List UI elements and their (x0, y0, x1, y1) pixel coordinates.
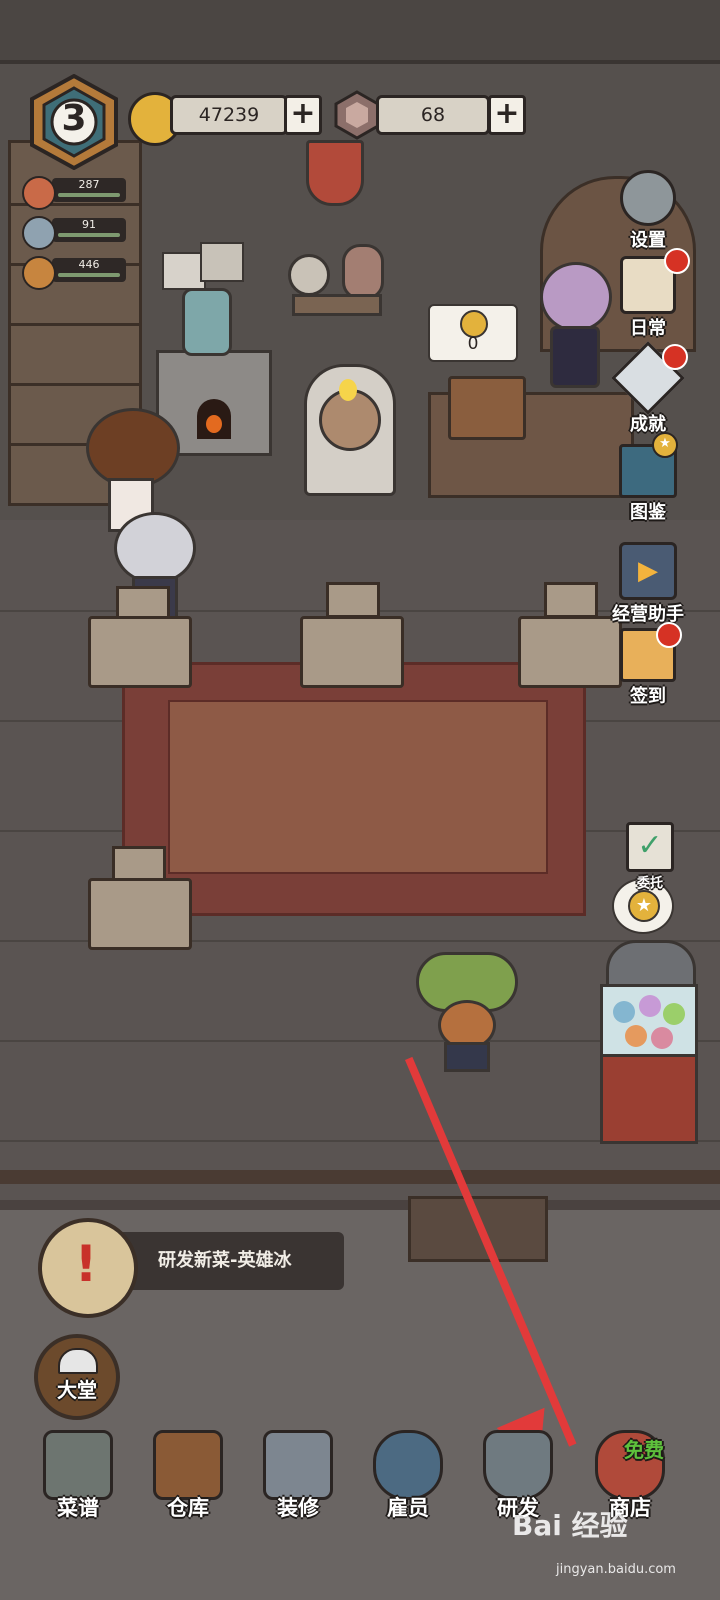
free-badge: 免费 (624, 1438, 664, 1462)
treasure-chest[interactable] (448, 376, 526, 440)
commission-label: 委托 (636, 876, 663, 891)
baidu-watermark-url: jingyan.baidu.com (556, 1562, 676, 1577)
wall-shelf (292, 294, 382, 316)
add-coins-button[interactable]: + (284, 95, 322, 135)
stat-bar-cutlery: 91 (52, 218, 126, 242)
purple-hair-chef[interactable] (528, 262, 618, 388)
hall-button[interactable]: 大堂 (34, 1334, 120, 1420)
rug-center (168, 700, 548, 874)
add-gems-button[interactable]: + (488, 95, 526, 135)
cutlery-icon (22, 216, 56, 250)
chair (544, 582, 598, 618)
stat-fill (58, 193, 120, 197)
stat-value: 446 (78, 258, 100, 271)
play-video-icon: ▶ (619, 542, 677, 600)
coin-amount: 47239 (198, 104, 260, 126)
railing (0, 1170, 720, 1184)
dining-table[interactable] (300, 616, 404, 688)
gear-icon (620, 170, 676, 226)
wall-top-beam (0, 0, 720, 64)
lightbulb-icon (339, 379, 357, 401)
nav-recipes-label: 菜谱 (57, 1496, 99, 1520)
nav-decorate-button[interactable]: 装修 (258, 1430, 338, 1520)
curly-hair-waitress[interactable] (82, 408, 180, 532)
checklist-icon: ✓ (626, 822, 674, 872)
baidu-watermark: Bai 经验 (512, 1509, 628, 1542)
coin-counter: 47239 (170, 95, 288, 135)
quest-scroll-button[interactable]: ! (38, 1218, 138, 1318)
nav-decorate-label: 装修 (277, 1496, 319, 1520)
stat-fill (58, 273, 120, 277)
broccoli-hair-customer[interactable] (416, 944, 518, 1072)
commission-button[interactable]: ✓ 委托 (614, 822, 686, 891)
stat-bar-food: 287 (52, 178, 126, 202)
broom-icon (22, 256, 56, 290)
exclamation-icon: ! (74, 1235, 98, 1293)
quest-text: 研发新菜-英雄冰 (158, 1250, 292, 1271)
stat-fill (58, 233, 120, 237)
chair (326, 582, 380, 618)
checkin-label: 签到 (630, 686, 666, 707)
cap-character-icon (373, 1430, 443, 1500)
food-icon (22, 176, 56, 210)
counter-coin-value: 0 (467, 334, 479, 354)
cloche-icon (58, 1348, 98, 1374)
nav-warehouse-button[interactable]: 仓库 (148, 1430, 228, 1520)
gacha-machine[interactable] (596, 940, 700, 1144)
coin-bubble[interactable]: 0 (428, 304, 518, 362)
assistant-label: 经营助手 (612, 604, 684, 625)
encyclopedia-label: 图鉴 (630, 502, 666, 523)
notification-dot (664, 248, 690, 274)
notification-dot (662, 344, 688, 370)
dining-table[interactable] (88, 616, 192, 688)
nav-staff-button[interactable]: 雇员 (368, 1430, 448, 1520)
star-badge-icon: ★ (652, 432, 678, 458)
water-tank (182, 288, 232, 356)
encyclopedia-button[interactable]: 图鉴 (612, 444, 684, 524)
chair (112, 846, 166, 882)
hammer-icon (263, 1430, 333, 1500)
wall-map (200, 242, 244, 282)
gem-counter: 68 (376, 95, 490, 135)
dining-table[interactable] (518, 616, 622, 688)
level-number: 3 (61, 98, 87, 139)
fire-icon (206, 415, 222, 433)
star-icon: ★ (628, 890, 660, 922)
idea-sign[interactable] (304, 364, 396, 496)
stat-value: 287 (78, 178, 100, 191)
notification-dot (656, 622, 682, 648)
gem-amount: 68 (420, 104, 446, 126)
assistant-button[interactable]: ▶ 经营助手 (604, 542, 692, 626)
cabinet-icon (153, 1430, 223, 1500)
nav-staff-label: 雇员 (387, 1496, 429, 1520)
settings-button[interactable]: 设置 (612, 170, 684, 252)
hall-label: 大堂 (57, 1378, 97, 1402)
nav-warehouse-label: 仓库 (167, 1496, 209, 1520)
recipe-hat-icon (43, 1430, 113, 1500)
stat-value: 91 (82, 218, 96, 231)
quest-banner[interactable]: 研发新菜-英雄冰 (118, 1232, 344, 1290)
cauldron-icon (483, 1430, 553, 1500)
player-level-badge[interactable]: 3 (26, 73, 122, 171)
sun-plate-icon (288, 254, 330, 296)
shield-crest-icon (306, 140, 364, 206)
egg-ornament-icon (342, 244, 384, 300)
stat-bar-clean: 446 (52, 258, 126, 282)
nav-recipes-button[interactable]: 菜谱 (38, 1430, 118, 1520)
gem-icon (332, 90, 382, 140)
daily-label: 日常 (630, 318, 666, 339)
dining-table[interactable] (88, 878, 192, 950)
